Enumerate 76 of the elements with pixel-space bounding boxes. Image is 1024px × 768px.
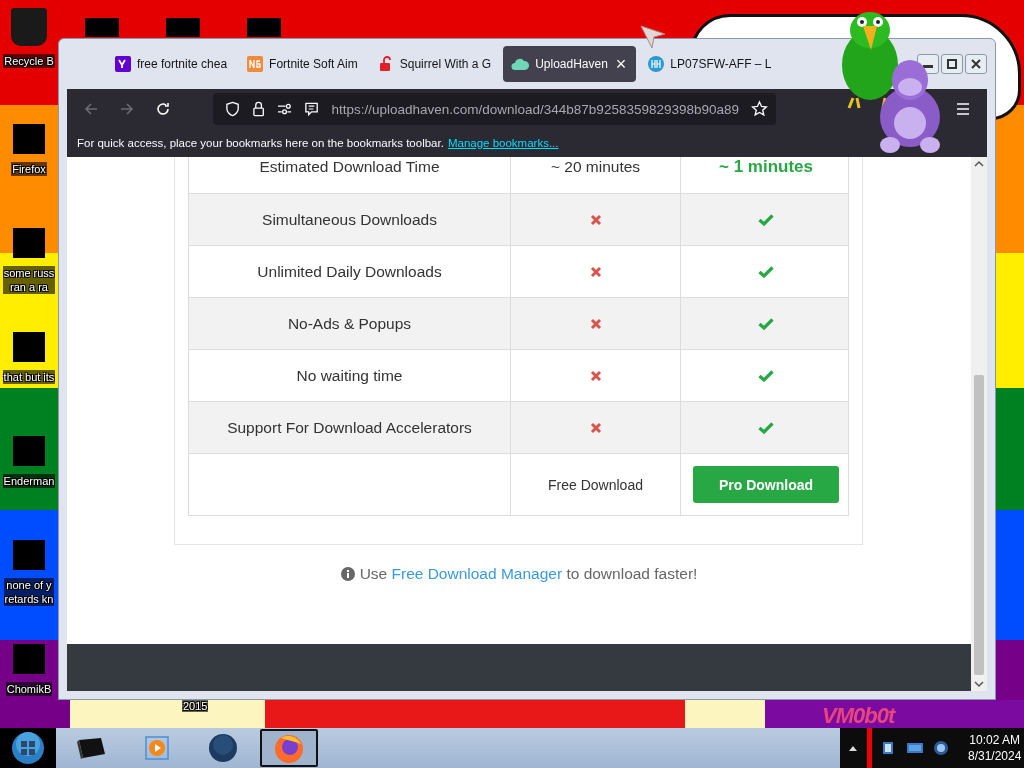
cross-icon — [589, 317, 602, 330]
start-button[interactable] — [0, 728, 56, 768]
wallpaper-text: VM0b0t — [822, 704, 895, 728]
close-button[interactable] — [965, 54, 987, 74]
reload-icon — [155, 101, 171, 117]
favicon-icon — [377, 56, 394, 72]
taskbar-app-button[interactable] — [260, 729, 318, 767]
menu-icon — [955, 102, 971, 116]
icon-label[interactable]: some russ ran a ra — [2, 266, 56, 294]
tab-title[interactable]: Squirrel With a G — [399, 57, 492, 71]
shield-icon[interactable] — [225, 101, 241, 117]
check-icon — [758, 369, 774, 382]
favicon-icon — [511, 57, 530, 71]
close-tab-button[interactable]: × — [613, 55, 629, 73]
close-icon — [970, 59, 982, 69]
browser-tab[interactable]: free fortnite chea — [107, 46, 236, 82]
icon-label[interactable]: Recycle B — [3, 54, 55, 68]
info-icon — [340, 567, 355, 581]
icon-label[interactable]: ChomikB — [5, 682, 53, 696]
browser-tab[interactable]: UploadHaven × — [503, 46, 637, 82]
cross-icon — [589, 213, 602, 226]
manage-bookmarks-link[interactable]: Manage bookmarks... — [447, 137, 559, 149]
icon-label[interactable]: that but its — [2, 370, 56, 384]
trash-bin-icon[interactable] — [11, 8, 47, 46]
cross-icon — [589, 369, 602, 382]
tab-title[interactable]: LP07SFW-AFF – L — [670, 57, 772, 71]
clock-date[interactable]: 8/31/2024 — [968, 748, 1022, 764]
maximize-button[interactable] — [941, 54, 963, 74]
check-icon — [758, 317, 774, 330]
forward-arrow-icon — [119, 101, 135, 117]
monitor-icon[interactable] — [906, 741, 924, 755]
show-hidden-icons-icon[interactable] — [848, 744, 858, 752]
maximize-icon — [946, 59, 958, 69]
reader-icon[interactable] — [304, 101, 320, 117]
check-icon — [758, 213, 774, 226]
table-cell-text: No waiting time — [295, 365, 404, 386]
icon-label[interactable]: Enderman — [2, 474, 56, 488]
start-orb-icon — [11, 731, 45, 765]
check-icon — [758, 421, 774, 434]
table-cell-text: Unlimited Daily Downloads — [256, 261, 443, 282]
bookmarks-hint: For quick access, place your bookmarks here on the bookmarks toolbar. — [77, 137, 444, 149]
scrollbar-thumb[interactable] — [974, 375, 984, 675]
speaker-icon[interactable] — [933, 740, 949, 756]
info-text: Use Free Download Manager to download faster! — [67, 565, 971, 583]
clock-time[interactable]: 10:02 AM — [969, 732, 1021, 748]
table-cell-text: Support For Download Accelerators — [226, 417, 473, 438]
browser-logo-icon — [273, 732, 305, 764]
favicon-icon — [648, 56, 665, 72]
tab-title[interactable]: free fortnite chea — [137, 57, 228, 71]
browser-tab[interactable]: Squirrel With a G — [369, 46, 500, 82]
media-player-icon — [144, 735, 170, 761]
icon-label[interactable]: none of y retards kn — [3, 578, 55, 606]
tab-title[interactable]: UploadHaven — [535, 57, 608, 71]
table-cell-text: No-Ads & Popups — [286, 313, 413, 334]
icon-label[interactable]: Firefox — [11, 162, 47, 176]
url-text: https://uploadhaven.com/download/344b87b9258359829398b90a89 — [331, 101, 740, 117]
tab-title[interactable]: Fortnite Soft Aim — [269, 57, 358, 71]
star-icon[interactable] — [751, 100, 768, 118]
browser-tab[interactable]: Fortnite Soft Aim — [239, 46, 366, 82]
favicon-icon — [247, 56, 264, 72]
favicon-icon — [115, 56, 131, 72]
table-cell-text: Simultaneous Downloads — [261, 209, 438, 230]
table-cell: Free Download — [510, 454, 680, 515]
permissions-icon[interactable] — [277, 102, 293, 116]
address-bar[interactable]: https://uploadhaven.com/download/344b87b9258359829398b90a89 — [213, 93, 776, 125]
back-arrow-icon — [83, 101, 99, 117]
scrollbar[interactable] — [971, 157, 987, 691]
cross-icon — [589, 265, 602, 278]
globe-icon — [208, 733, 238, 763]
cross-icon — [589, 421, 602, 434]
wallpaper-text: 2015 — [182, 700, 209, 712]
cursor-icon — [640, 25, 666, 49]
browser-tab[interactable]: LP07SFW-AFF – L — [640, 46, 780, 82]
table-cell-text: Estimated Download Time — [258, 157, 441, 177]
check-icon — [758, 265, 774, 278]
lock-icon[interactable] — [252, 101, 266, 117]
